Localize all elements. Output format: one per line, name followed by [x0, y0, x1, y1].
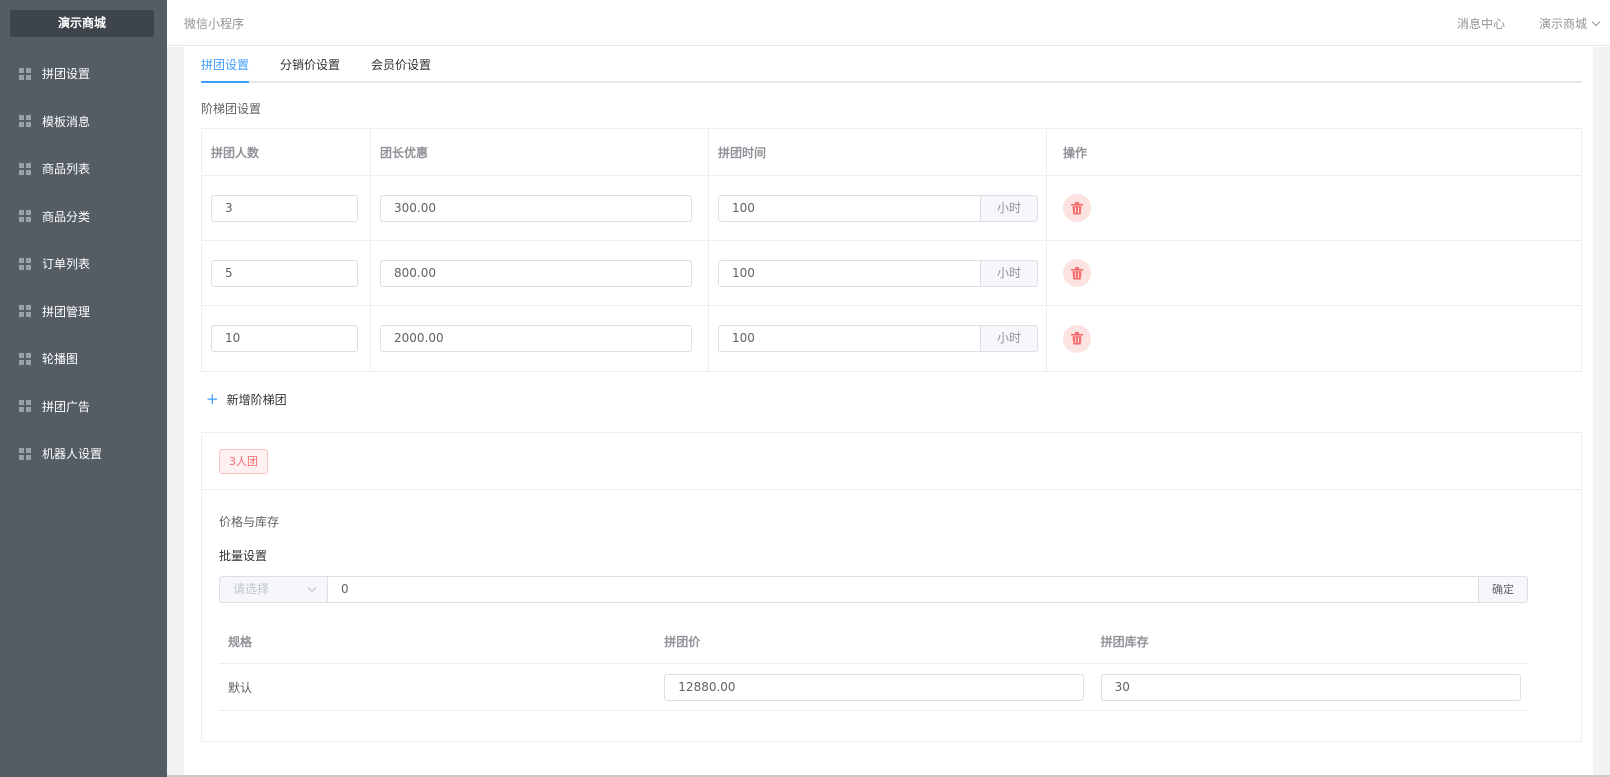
user-menu[interactable]: 演示商城	[1539, 15, 1601, 32]
delete-button[interactable]	[1063, 194, 1091, 222]
column-header: 团长优惠	[371, 129, 709, 175]
grid-icon	[19, 352, 31, 365]
sidebar-item-group-management[interactable]: 拼团管理	[0, 288, 167, 336]
group-card: 3人团 价格与库存 批量设置 请选择 0 确定 规格 拼团价 拼团库存 默认 1…	[201, 432, 1582, 742]
sidebar-item-template-messages[interactable]: 模板消息	[0, 98, 167, 146]
app-name: 微信小程序	[184, 17, 245, 31]
group-time-input[interactable]: 100	[718, 194, 981, 222]
ladder-table: 拼团人数 团长优惠 拼团时间 操作 3 300.00 100 小时 5 800.0…	[201, 128, 1582, 372]
column-header: 操作	[1063, 145, 1088, 160]
sidebar-item-label: 订单列表	[42, 257, 91, 272]
plus-icon: +	[206, 390, 219, 408]
hour-unit: 小时	[981, 194, 1038, 222]
column-header: 规格	[228, 634, 253, 649]
spec-table: 规格 拼团价 拼团库存 默认 12880.00 30	[219, 619, 1528, 711]
sidebar-item-label: 轮播图	[42, 352, 79, 367]
trash-icon	[1071, 201, 1083, 214]
trash-icon	[1071, 332, 1083, 345]
leader-discount-input[interactable]: 800.00	[380, 259, 692, 287]
people-count-input[interactable]: 5	[211, 259, 358, 287]
grid-icon	[19, 162, 31, 175]
batch-settings-row: 请选择 0 确定	[219, 576, 1528, 603]
column-header: 拼团人数	[202, 129, 371, 175]
batch-select-placeholder: 请选择	[233, 582, 270, 596]
add-ladder-label: 新增阶梯团	[226, 392, 287, 407]
tab-bar: 拼团设置 分销价设置 会员价设置	[201, 57, 1582, 83]
delete-button[interactable]	[1063, 259, 1091, 287]
sidebar-item-group-ads[interactable]: 拼团广告	[0, 383, 167, 431]
add-ladder-button[interactable]: + 新增阶梯团	[206, 390, 287, 408]
grid-icon	[19, 447, 31, 460]
top-header: 微信小程序 消息中心 演示商城	[167, 0, 1610, 46]
chevron-down-icon	[1591, 17, 1601, 27]
sidebar-menu: 拼团设置 模板消息 商品列表 商品分类 订单列表 拼团管理 轮播图 拼团广告 机…	[0, 50, 167, 478]
batch-field-select[interactable]: 请选择	[219, 576, 328, 603]
group-time-field: 100 小时	[718, 194, 1038, 222]
confirm-button[interactable]: 确定	[1479, 576, 1528, 603]
tab-distribution-price[interactable]: 分销价设置	[280, 57, 340, 83]
group-card-header: 3人团	[202, 433, 1581, 490]
brand-logo[interactable]: 演示商城	[10, 10, 154, 37]
sidebar-item-label: 拼团广告	[42, 399, 91, 414]
group-size-tag[interactable]: 3人团	[219, 449, 268, 474]
sidebar-item-label: 拼团管理	[42, 304, 91, 319]
grid-icon	[19, 210, 31, 223]
tab-group-settings[interactable]: 拼团设置	[201, 57, 250, 83]
column-header: 拼团时间	[709, 129, 1047, 175]
people-count-input[interactable]: 3	[211, 194, 358, 222]
delete-button[interactable]	[1063, 324, 1091, 353]
settings-panel: 拼团设置 分销价设置 会员价设置 阶梯团设置 拼团人数 团长优惠 拼团时间 操作…	[184, 47, 1593, 777]
grid-icon	[19, 67, 31, 80]
column-header: 拼团库存	[1100, 634, 1149, 649]
sidebar-item-label: 机器人设置	[42, 447, 103, 462]
people-count-input[interactable]: 10	[211, 325, 358, 352]
sidebar: 演示商城 拼团设置 模板消息 商品列表 商品分类 订单列表 拼团管理 轮播图 拼…	[0, 0, 167, 777]
sidebar-item-order-list[interactable]: 订单列表	[0, 240, 167, 288]
message-center-link[interactable]: 消息中心	[1457, 15, 1505, 32]
group-time-input[interactable]: 100	[718, 325, 981, 352]
table-header-row: 规格 拼团价 拼团库存	[219, 619, 1528, 664]
batch-value-input[interactable]: 0	[328, 576, 1479, 603]
tab-member-price[interactable]: 会员价设置	[371, 57, 431, 83]
column-header: 拼团价	[664, 634, 701, 649]
leader-discount-input[interactable]: 2000.00	[380, 325, 692, 352]
grid-icon	[19, 400, 31, 413]
sidebar-item-label: 商品分类	[42, 209, 91, 224]
trash-icon	[1071, 266, 1083, 279]
main-content: 拼团设置 分销价设置 会员价设置 阶梯团设置 拼团人数 团长优惠 拼团时间 操作…	[167, 47, 1610, 777]
sidebar-item-robot-settings[interactable]: 机器人设置	[0, 430, 167, 478]
sidebar-item-product-categories[interactable]: 商品分类	[0, 193, 167, 241]
group-stock-input[interactable]: 30	[1100, 673, 1521, 701]
table-row: 5 800.00 100 小时	[202, 241, 1581, 306]
user-menu-label: 演示商城	[1539, 17, 1588, 31]
spec-name: 默认	[228, 680, 253, 695]
hour-unit: 小时	[981, 259, 1038, 287]
sidebar-item-label: 商品列表	[42, 162, 91, 177]
chevron-down-icon	[307, 583, 317, 593]
sidebar-item-group-settings[interactable]: 拼团设置	[0, 50, 167, 98]
group-price-input[interactable]: 12880.00	[664, 673, 1085, 701]
hour-unit: 小时	[981, 325, 1038, 352]
sidebar-item-label: 拼团设置	[42, 67, 91, 82]
grid-icon	[19, 305, 31, 318]
table-row: 3 300.00 100 小时	[202, 176, 1581, 241]
group-time-field: 100 小时	[718, 325, 1038, 352]
group-time-field: 100 小时	[718, 259, 1038, 287]
sidebar-item-product-list[interactable]: 商品列表	[0, 145, 167, 193]
grid-icon	[19, 115, 31, 128]
price-stock-label: 价格与库存	[219, 515, 280, 529]
batch-settings-label: 批量设置	[219, 549, 268, 563]
table-header-row: 拼团人数 团长优惠 拼团时间 操作	[202, 129, 1581, 176]
leader-discount-input[interactable]: 300.00	[380, 194, 692, 222]
group-time-input[interactable]: 100	[718, 259, 981, 287]
table-row: 10 2000.00 100 小时	[202, 306, 1581, 371]
sidebar-item-label: 模板消息	[42, 114, 91, 129]
ladder-section-title: 阶梯团设置	[201, 102, 262, 116]
grid-icon	[19, 257, 31, 270]
sidebar-item-carousel[interactable]: 轮播图	[0, 335, 167, 383]
table-row: 默认 12880.00 30	[219, 664, 1528, 711]
